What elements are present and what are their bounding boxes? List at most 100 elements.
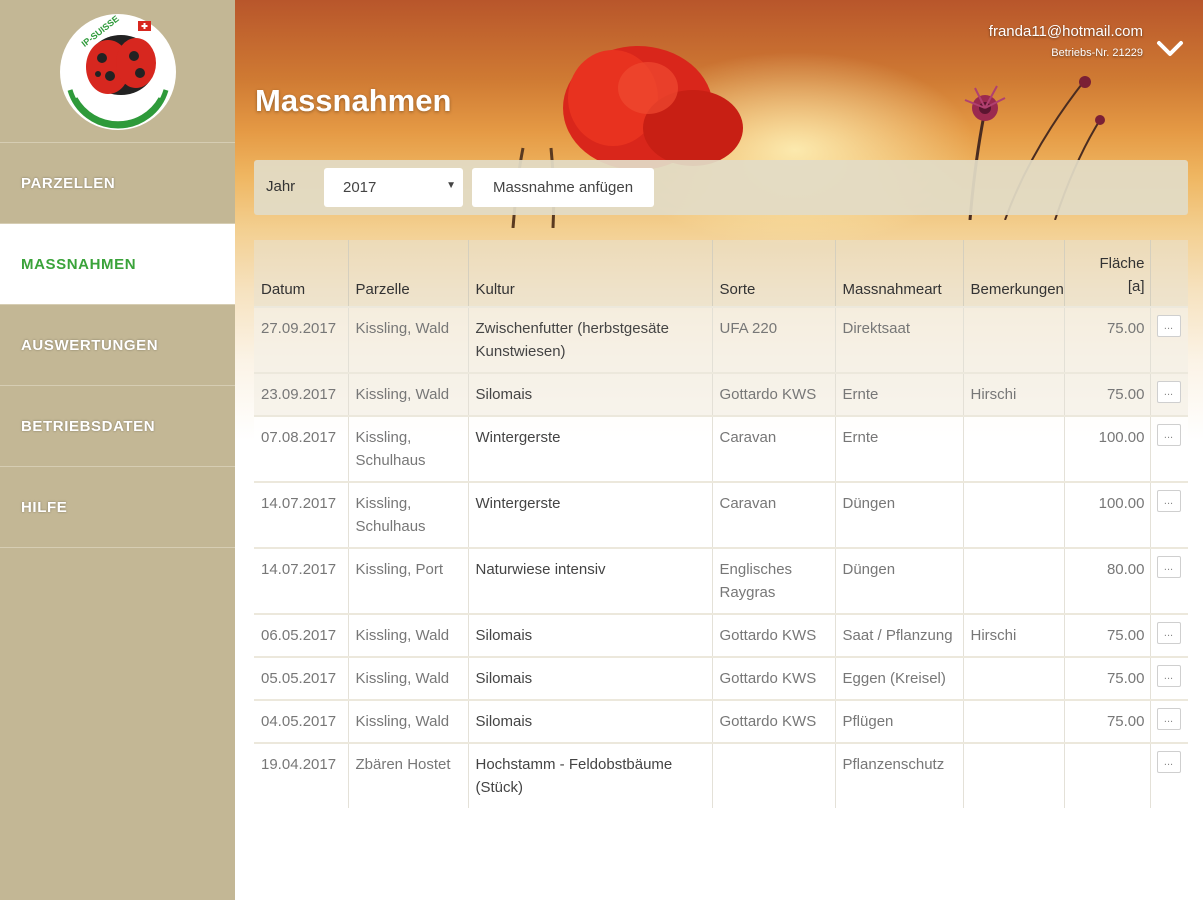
table-row[interactable]: 14.07.2017 Kissling, Schulhaus Wintergerst… [254, 482, 1188, 548]
table-row[interactable]: 05.05.2017 Kissling, Wald Silomais Gottardo… [254, 657, 1188, 700]
cell-parzelle: Kissling, Port [347, 548, 468, 614]
row-more-button[interactable]: ... [1156, 665, 1181, 687]
user-email[interactable]: franda11@hotmail.com [989, 23, 1143, 40]
cell-bemerkungen [962, 743, 1064, 808]
cell-parzelle: Kissling, Wald [347, 373, 468, 416]
cell-flaeche: 100.00 [1063, 416, 1150, 482]
table-row[interactable]: 06.05.2017 Kissling, Wald Silomais Gottardo… [254, 614, 1188, 657]
cell-datum: 07.08.2017 [254, 416, 348, 482]
cell-massnahmeart: Pflanzenschutz [834, 743, 963, 808]
cell-massnahmeart: Saat / Pflanzung [834, 614, 963, 657]
cell-flaeche: 80.00 [1063, 548, 1150, 614]
table-row[interactable]: 23.09.2017 Kissling, Wald Silomais Gottardo… [254, 373, 1188, 416]
cell-datum: 23.09.2017 [254, 373, 348, 416]
table-row[interactable]: 14.07.2017 Kissling, Port Naturwiese inten… [254, 548, 1188, 614]
cell-bemerkungen: Hirschi [962, 614, 1064, 657]
row-more-button[interactable]: ... [1156, 556, 1181, 578]
cell-kultur: Hochstamm - Feldobstbäume (Stück) [467, 743, 712, 808]
cell-bemerkungen [962, 548, 1064, 614]
ladybug-logo-icon[interactable]: IP-SUISSE [58, 12, 178, 132]
cell-flaeche: 75.00 [1063, 373, 1150, 416]
add-massnahme-button[interactable]: Massnahme anfügen [472, 168, 654, 207]
cell-massnahmeart: Düngen [834, 548, 963, 614]
column-header-flaeche[interactable]: Fläche [a] [1063, 240, 1150, 307]
column-header-datum[interactable]: Datum [254, 240, 348, 307]
cell-actions: ... [1149, 373, 1188, 416]
cell-actions: ... [1149, 548, 1188, 614]
cell-kultur: Naturwiese intensiv [467, 548, 712, 614]
cell-bemerkungen [962, 482, 1064, 548]
cell-parzelle: Kissling, Wald [347, 307, 468, 373]
row-more-button[interactable]: ... [1156, 490, 1181, 512]
cell-actions: ... [1149, 416, 1188, 482]
cell-parzelle: Kissling, Wald [347, 700, 468, 743]
year-select-value: 2017 [343, 179, 377, 196]
cell-bemerkungen [962, 657, 1064, 700]
cell-bemerkungen: Hirschi [962, 373, 1064, 416]
cell-massnahmeart: Pflügen [834, 700, 963, 743]
nav-item-auswertungen[interactable]: AUSWERTUNGEN [0, 305, 235, 386]
cell-flaeche: 75.00 [1063, 657, 1150, 700]
table-row[interactable]: 07.08.2017 Kissling, Schulhaus Wintergerst… [254, 416, 1188, 482]
nav-item-parzellen[interactable]: PARZELLEN [0, 143, 235, 224]
cell-kultur: Silomais [467, 373, 712, 416]
cell-actions: ... [1149, 482, 1188, 548]
flaeche-unit: [a] [1127, 278, 1145, 295]
cell-flaeche: 75.00 [1063, 614, 1150, 657]
toolbar: Jahr 2017 ▼ Massnahme anfügen [254, 160, 1188, 215]
massnahmen-table-wrap: Datum Parzelle Kultur Sorte Massnahmeart… [254, 240, 1188, 808]
cell-kultur: Wintergerste [467, 416, 712, 482]
table-body: 27.09.2017 Kissling, Wald Zwischenfutter (… [254, 307, 1188, 808]
row-more-button[interactable]: ... [1156, 708, 1181, 730]
cell-kultur: Silomais [467, 614, 712, 657]
cell-sorte: Caravan [711, 482, 835, 548]
cell-actions: ... [1149, 700, 1188, 743]
cell-datum: 04.05.2017 [254, 700, 348, 743]
cell-kultur: Silomais [467, 657, 712, 700]
row-more-button[interactable]: ... [1156, 381, 1181, 403]
table-row[interactable]: 19.04.2017 Zbären Hostet Hochstamm - Feldo… [254, 743, 1188, 808]
cell-datum: 06.05.2017 [254, 614, 348, 657]
nav-item-massnahmen[interactable]: MASSNAHMEN [0, 224, 245, 305]
row-more-button[interactable]: ... [1156, 751, 1181, 773]
cell-actions: ... [1149, 743, 1188, 808]
table-row[interactable]: 04.05.2017 Kissling, Wald Silomais Gottardo… [254, 700, 1188, 743]
column-header-parzelle[interactable]: Parzelle [347, 240, 468, 307]
column-header-kultur[interactable]: Kultur [467, 240, 712, 307]
cell-parzelle: Zbären Hostet [347, 743, 468, 808]
column-header-bemerkungen[interactable]: Bemerkungen [962, 240, 1064, 307]
row-more-button[interactable]: ... [1156, 424, 1181, 446]
row-more-button[interactable]: ... [1156, 315, 1181, 337]
user-betrieb-nr: Betriebs-Nr. 21229 [1051, 47, 1143, 59]
cell-sorte: Caravan [711, 416, 835, 482]
column-header-sorte[interactable]: Sorte [711, 240, 835, 307]
cell-bemerkungen [962, 416, 1064, 482]
chevron-down-icon[interactable] [1155, 36, 1185, 60]
cell-actions: ... [1149, 614, 1188, 657]
cell-actions: ... [1149, 657, 1188, 700]
cell-sorte: Englisches Raygras [711, 548, 835, 614]
nav-item-betriebsdaten[interactable]: BETRIEBSDATEN [0, 386, 235, 467]
column-header-massnahmeart[interactable]: Massnahmeart [834, 240, 963, 307]
nav-item-hilfe[interactable]: HILFE [0, 467, 235, 548]
cell-kultur: Zwischenfutter (herbstgesäte Kunstwiesen… [467, 307, 712, 373]
year-select[interactable]: 2017 ▼ [324, 168, 463, 207]
cell-datum: 27.09.2017 [254, 307, 348, 373]
cell-datum: 19.04.2017 [254, 743, 348, 808]
page-title: Massnahmen [255, 83, 452, 118]
cell-sorte: Gottardo KWS [711, 373, 835, 416]
cell-massnahmeart: Ernte [834, 373, 963, 416]
cell-flaeche: 100.00 [1063, 482, 1150, 548]
cell-parzelle: Kissling, Schulhaus [347, 416, 468, 482]
cell-massnahmeart: Ernte [834, 416, 963, 482]
cell-sorte: Gottardo KWS [711, 657, 835, 700]
row-more-button[interactable]: ... [1156, 622, 1181, 644]
cell-parzelle: Kissling, Wald [347, 657, 468, 700]
table-row[interactable]: 27.09.2017 Kissling, Wald Zwischenfutter (… [254, 307, 1188, 373]
cell-flaeche [1063, 743, 1150, 808]
cell-bemerkungen [962, 307, 1064, 373]
cell-sorte: Gottardo KWS [711, 614, 835, 657]
cell-sorte: Gottardo KWS [711, 700, 835, 743]
cell-sorte [711, 743, 835, 808]
nav-item-label: HILFE [21, 498, 68, 516]
